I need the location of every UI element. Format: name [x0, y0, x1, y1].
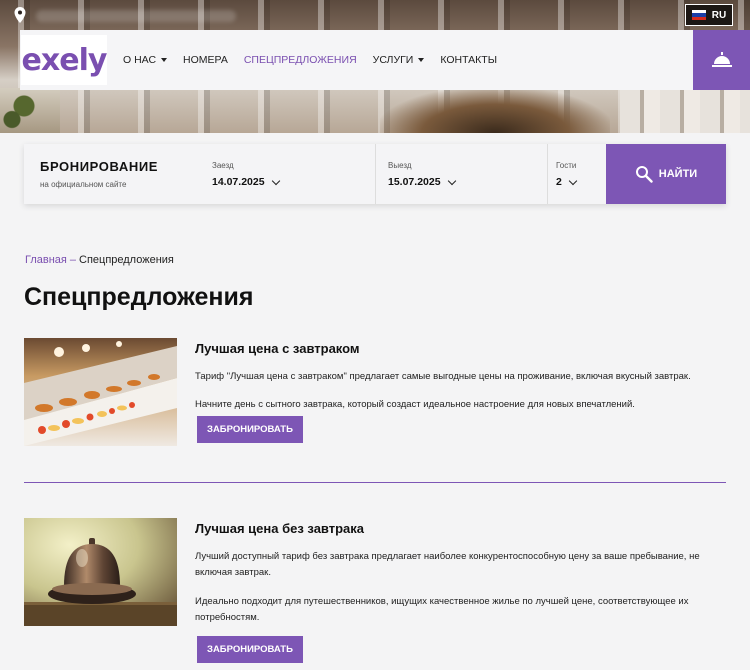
nav-item-contacts[interactable]: КОНТАКТЫ [440, 54, 497, 66]
caret-down-icon [418, 58, 425, 62]
chevron-down-icon [271, 176, 280, 185]
nav-label: КОНТАКТЫ [440, 54, 498, 66]
offer-description: Тариф "Лучшая цена с завтраком" предлага… [195, 371, 691, 382]
page-title: Спецпредложения [24, 283, 254, 311]
hero-arch [380, 88, 610, 133]
book-button[interactable]: ЗАБРОНИРОВАТЬ [197, 636, 303, 663]
nav-item-rooms[interactable]: НОМЕРА [183, 54, 228, 66]
offer-description: Начните день с сытного завтрака, который… [195, 399, 635, 410]
nav-item-about[interactable]: О НАС [123, 54, 168, 66]
booking-subtitle: на официальном сайте [40, 180, 127, 189]
breadcrumb-current: Спецпредложения [79, 254, 174, 266]
hero-plant [0, 88, 60, 133]
nav-label: НОМЕРА [183, 54, 228, 66]
guests-field[interactable]: Гости 2 [548, 144, 606, 204]
nav-label: О НАС [123, 54, 157, 66]
language-switcher[interactable]: RU [685, 4, 733, 26]
offer-body: Лучшая цена с завтраком Тариф "Лучшая це… [195, 338, 726, 443]
offer-title: Лучшая цена с завтраком [195, 341, 360, 356]
hero-columns [620, 88, 750, 133]
concierge-bell-button[interactable] [693, 30, 750, 90]
main-navbar: exely О НАС НОМЕРА СПЕЦПРЕДЛОЖЕНИЯ УСЛУГ… [20, 30, 693, 90]
chevron-down-icon [568, 176, 578, 185]
search-icon [635, 166, 653, 183]
offer-description: Идеально подходит для путешественников, … [195, 596, 689, 623]
offer-body: Лучшая цена без завтрака Лучший доступны… [195, 518, 726, 663]
offer-description: Лучший доступный тариф без завтрака пред… [195, 551, 700, 578]
guests-value: 2 [556, 176, 562, 188]
checkin-label: Заезд [212, 161, 234, 170]
booking-widget: БРОНИРОВАНИЕ на официальном сайте Заезд … [24, 144, 726, 204]
chevron-down-icon [447, 176, 456, 185]
book-button[interactable]: ЗАБРОНИРОВАТЬ [197, 416, 303, 443]
guests-label: Гости [556, 161, 577, 170]
offer-photo-bell [24, 518, 177, 626]
nav-item-special-offers[interactable]: СПЕЦПРЕДЛОЖЕНИЯ [244, 54, 357, 66]
booking-title-block: БРОНИРОВАНИЕ на официальном сайте [24, 144, 200, 204]
top-bar: RU [0, 0, 750, 30]
find-label: НАЙТИ [658, 168, 698, 180]
breadcrumb-separator: – [69, 254, 76, 266]
offer-card: Лучшая цена с завтраком Тариф "Лучшая це… [24, 338, 726, 448]
checkout-value: 15.07.2025 [388, 176, 441, 188]
logo-text: exely [21, 42, 108, 78]
nav-item-services[interactable]: УСЛУГИ [373, 54, 425, 66]
hotel-logo[interactable]: exely [21, 35, 107, 85]
location-pin-icon [14, 7, 26, 23]
booking-title: БРОНИРОВАНИЕ [40, 159, 159, 174]
checkout-field[interactable]: Выезд 15.07.2025 [376, 144, 548, 204]
main-nav: О НАС НОМЕРА СПЕЦПРЕДЛОЖЕНИЯ УСЛУГИ КОНТ… [123, 54, 513, 66]
russia-flag-icon [691, 10, 706, 20]
language-label: RU [711, 9, 727, 21]
offer-title: Лучшая цена без завтрака [195, 521, 365, 536]
find-button[interactable]: НАЙТИ [606, 144, 726, 204]
caret-down-icon [161, 58, 168, 62]
breadcrumb: Главная – Спецпредложения [25, 254, 174, 266]
offer-divider [24, 482, 726, 483]
offer-card: Лучшая цена без завтрака Лучший доступны… [24, 518, 726, 668]
nav-label: СПЕЦПРЕДЛОЖЕНИЯ [243, 54, 357, 66]
address-blurred [36, 10, 236, 22]
checkin-value: 14.07.2025 [212, 176, 265, 188]
offer-photo-breakfast [24, 338, 177, 446]
breadcrumb-home-link[interactable]: Главная [25, 254, 67, 266]
nav-label: УСЛУГИ [372, 54, 414, 66]
checkout-label: Выезд [388, 161, 412, 170]
concierge-bell-icon [711, 52, 732, 67]
checkin-field[interactable]: Заезд 14.07.2025 [200, 144, 376, 204]
